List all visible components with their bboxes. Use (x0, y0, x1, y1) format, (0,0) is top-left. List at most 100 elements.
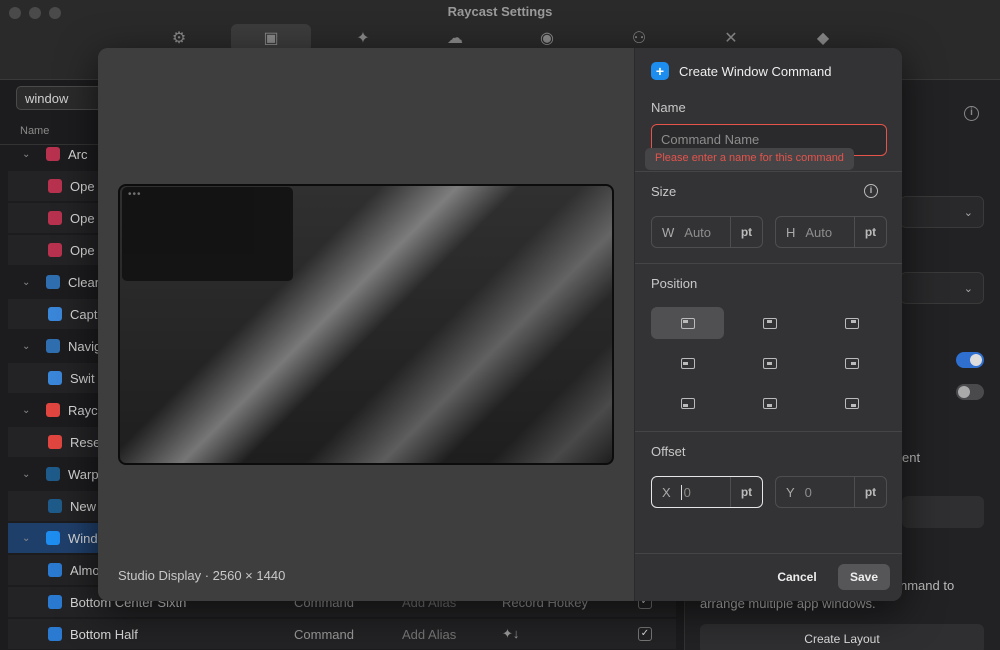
position-center-left-button[interactable] (651, 347, 724, 379)
width-input[interactable]: Auto (684, 225, 711, 240)
cancel-button[interactable]: Cancel (769, 564, 825, 590)
detail-dropdown-1[interactable]: ⌄ (900, 196, 984, 228)
offset-y-field[interactable]: Y0 pt (775, 476, 887, 508)
position-top-right-button[interactable] (815, 307, 888, 339)
extension-icon (48, 307, 62, 321)
extension-icon (48, 595, 62, 609)
chevron-down-icon[interactable]: ⌄ (22, 533, 36, 544)
position-top-left-icon (680, 317, 695, 329)
width-unit: pt (740, 225, 753, 239)
position-bottom-left-button[interactable] (651, 387, 724, 419)
offset-x-letter: X (662, 484, 671, 500)
position-bottom-left-icon (680, 397, 695, 409)
command-row[interactable]: Bottom Half Command Add Alias ✦↓ ✓ (8, 619, 676, 649)
row-name: Almo (70, 562, 100, 578)
extension-icon (48, 179, 62, 193)
detail-field[interactable] (902, 496, 984, 528)
extension-icon (48, 211, 62, 225)
width-field[interactable]: W Auto pt (651, 216, 763, 248)
detail-text-fragment: ent (902, 450, 921, 465)
name-error-tooltip: Please enter a name for this command (645, 148, 854, 170)
extension-icon (48, 243, 62, 257)
column-header-name: Name (20, 125, 50, 137)
position-center-right-icon (844, 357, 859, 369)
extension-icon (48, 435, 62, 449)
position-bottom-right-icon (844, 397, 859, 409)
enabled-checkbox[interactable]: ✓ (638, 627, 652, 641)
row-name: Arc (68, 146, 88, 162)
offset-x-input[interactable]: 0 (684, 485, 691, 500)
divider (635, 431, 902, 432)
save-button[interactable]: Save (838, 564, 890, 590)
window-placement-preview: ••• (122, 187, 293, 281)
extension-icon (46, 339, 60, 353)
chevron-down-icon[interactable]: ⌄ (22, 149, 36, 160)
size-info-icon[interactable]: i (864, 184, 878, 198)
position-top-center-icon (762, 317, 777, 329)
chevron-down-icon[interactable]: ⌄ (22, 405, 36, 416)
record-hotkey-field[interactable]: ✦↓ (502, 626, 519, 642)
toggle-on[interactable] (956, 352, 984, 368)
row-name: Rese (70, 434, 101, 450)
row-name: Bottom Half (70, 626, 138, 642)
extension-icon (46, 403, 60, 417)
offset-y-letter: Y (786, 484, 795, 500)
width-letter: W (662, 224, 675, 240)
position-center-left-icon (680, 357, 695, 369)
extension-icon (48, 371, 62, 385)
position-top-center-button[interactable] (733, 307, 806, 339)
extension-icon (48, 563, 62, 577)
row-name: Ope (70, 210, 95, 226)
window-title: Raycast Settings (447, 4, 553, 19)
height-field[interactable]: H Auto pt (775, 216, 887, 248)
chevron-down-icon[interactable]: ⌄ (22, 469, 36, 480)
position-center-button[interactable] (733, 347, 806, 379)
height-unit: pt (864, 225, 877, 239)
row-type: Command (294, 626, 354, 642)
window-dots-icon: ••• (128, 189, 142, 200)
divider (635, 553, 902, 554)
position-top-right-icon (844, 317, 859, 329)
row-name: New (70, 498, 97, 514)
offset-x-unit: pt (740, 485, 753, 499)
position-bottom-center-button[interactable] (733, 387, 806, 419)
position-bottom-center-icon (762, 397, 777, 409)
divider (635, 263, 902, 264)
row-name: Clean (68, 274, 102, 290)
extension-icon (48, 499, 62, 513)
dialog-header: + Create Window Command (651, 62, 831, 80)
display-preview-pane: ••• Studio Display · 2560 × 1440 (98, 48, 634, 601)
extension-icon (46, 147, 60, 161)
chevron-down-icon[interactable]: ⌄ (22, 341, 36, 352)
display-preview: ••• (118, 184, 614, 465)
command-form: + Create Window Command Name Command Nam… (634, 48, 902, 601)
position-top-left-button[interactable] (651, 307, 724, 339)
row-name: Swit (70, 370, 95, 386)
create-window-command-dialog: ••• Studio Display · 2560 × 1440 + Creat… (98, 48, 902, 601)
search-input[interactable]: window (16, 86, 106, 110)
display-label: Studio Display · 2560 × 1440 (118, 568, 286, 583)
row-name: Ope (70, 242, 95, 258)
size-label: Size (651, 184, 677, 199)
create-layout-button[interactable]: Create Layout (700, 624, 984, 650)
info-icon[interactable]: i (964, 106, 979, 121)
position-center-icon (762, 357, 777, 369)
chevron-down-icon[interactable]: ⌄ (22, 277, 36, 288)
divider (635, 171, 902, 172)
offset-x-field[interactable]: X0 pt (651, 476, 763, 508)
detail-dropdown-2[interactable]: ⌄ (900, 272, 984, 304)
row-name: Warp (68, 466, 99, 482)
offset-label: Offset (651, 444, 686, 459)
dialog-title: Create Window Command (679, 63, 832, 79)
name-label: Name (651, 100, 686, 115)
row-name: Ope (70, 178, 95, 194)
height-input[interactable]: Auto (805, 225, 832, 240)
toggle-off[interactable] (956, 384, 984, 400)
extension-icon (48, 627, 62, 641)
offset-y-input[interactable]: 0 (805, 485, 812, 500)
position-bottom-right-button[interactable] (815, 387, 888, 419)
detail-text-fragment-2: nmand to (900, 578, 955, 593)
position-center-right-button[interactable] (815, 347, 888, 379)
add-alias-field[interactable]: Add Alias (402, 627, 456, 642)
row-name: Navig (68, 338, 102, 354)
